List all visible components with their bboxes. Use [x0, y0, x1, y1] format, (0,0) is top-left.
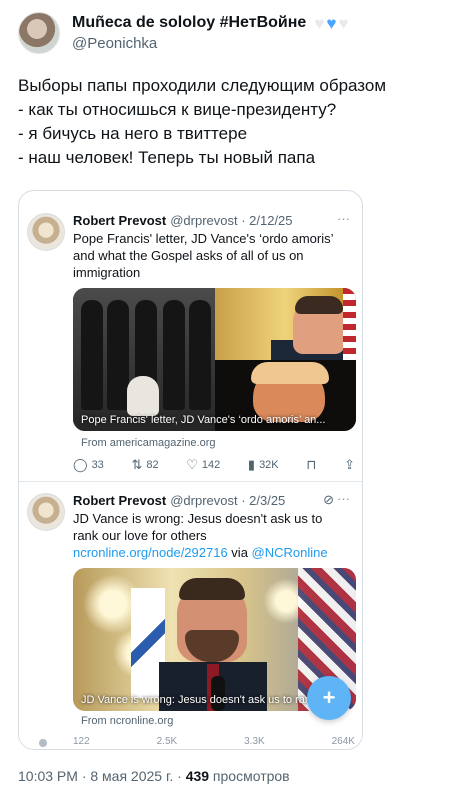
share-icon: ⇪: [344, 457, 355, 472]
reply-action: ◯ 33: [73, 457, 104, 473]
tweet-line: - я бичусь на него в твиттере: [18, 124, 248, 143]
embedded-tweet-body: JD Vance is wrong: Jesus doesn't ask us …: [73, 510, 343, 561]
link-card-image: Pope Francis' letter, JD Vance's ‘ordo a…: [73, 288, 356, 431]
repost-icon: ⇅: [131, 457, 143, 472]
repost-count: 2.5K: [156, 736, 178, 747]
heart-emojis: ♥ ♥ ♥: [314, 15, 348, 32]
like-action: ♡ 142: [186, 457, 220, 473]
bookmark-icon: ⊓: [306, 457, 317, 472]
trump-hair: [251, 362, 329, 384]
views-action: ▮ 32K: [248, 457, 279, 473]
author-name-row[interactable]: Muñeca de sololoy #НетВойне ♥ ♥ ♥: [72, 14, 349, 32]
reply-icon: ◯: [73, 457, 88, 472]
tweet-timestamp[interactable]: 10:03 PM · 8 мая 2025 г. ·: [18, 768, 186, 784]
link-source: From americamagazine.org: [81, 437, 216, 449]
more-icon: ···: [337, 211, 350, 226]
statue-figure: [107, 300, 129, 410]
link-source: From ncronline.org: [81, 715, 174, 727]
white-heart-icon: ♥: [338, 13, 349, 33]
body-mention: @NCRonline: [251, 545, 328, 560]
views-count: 439: [185, 768, 210, 784]
attached-screenshot[interactable]: Robert Prevost @drprevost · 2/12/25 ··· …: [18, 190, 363, 750]
embedded-author-name: Robert Prevost: [73, 213, 167, 228]
action-bar: 122 2.5K 3.3K 264K: [73, 736, 355, 747]
author-handle[interactable]: @Peonichka: [72, 35, 349, 52]
compose-button: +: [307, 676, 351, 720]
body-via: via: [227, 545, 252, 560]
repost-action: ⇅ 82: [131, 457, 158, 473]
statue-figure: [189, 300, 211, 410]
us-flag: [343, 288, 356, 360]
views-count: 32K: [259, 459, 279, 471]
views-label: просмотров: [209, 768, 290, 784]
tweet-line: Выборы папы проходили следующим образом: [18, 76, 387, 95]
tweet-line: - как ты относишься к вице-президенту?: [18, 100, 337, 119]
vance-hair: [179, 578, 245, 600]
avatar[interactable]: [18, 12, 60, 54]
embedded-tweet-header: Robert Prevost @drprevost · 2/3/25: [73, 493, 285, 508]
embedded-tweet-body: Pope Francis' letter, JD Vance's ‘ordo a…: [73, 231, 334, 280]
tweet-line: - наш человек! Теперь ты новый папа: [18, 148, 316, 167]
image-caption: JD Vance is wrong: Jesus doesn't ask us …: [81, 694, 326, 706]
blue-heart-icon: ♥: [326, 13, 337, 33]
vance-hair: [295, 296, 343, 314]
divider: [19, 481, 362, 482]
repost-count: 82: [146, 459, 159, 471]
pope-figure: [127, 376, 159, 416]
share-action: ⇪: [344, 457, 355, 473]
like-count: 142: [201, 459, 221, 471]
like-icon: ♡: [186, 457, 198, 472]
reply-count: 33: [91, 459, 104, 471]
body-text: JD Vance is wrong: Jesus doesn't ask us …: [73, 511, 323, 543]
image-caption: Pope Francis' letter, JD Vance's ‘ordo a…: [81, 414, 326, 426]
statue-figure: [81, 300, 103, 410]
bookmark-action: ⊓: [306, 457, 316, 473]
body-link: ncronline.org/node/292716: [73, 545, 228, 560]
like-count: 3.3K: [244, 736, 265, 747]
white-heart-icon: ♥: [314, 13, 325, 33]
avatar: [27, 493, 65, 531]
views-icon: ▮: [247, 457, 256, 472]
tweet-footer: 10:03 PM · 8 мая 2025 г. · 439 просмотро…: [18, 768, 290, 784]
embedded-author-meta: @drprevost · 2/12/25: [170, 213, 293, 228]
avatar: [27, 213, 65, 251]
embedded-tweet-header: Robert Prevost @drprevost · 2/12/25: [73, 213, 293, 228]
embedded-author-meta: @drprevost · 2/3/25: [170, 493, 286, 508]
reply-count: 122: [73, 736, 90, 747]
author-name[interactable]: Muñeca de sololoy #НетВойне: [72, 14, 306, 32]
embedded-author-name: Robert Prevost: [73, 493, 167, 508]
action-bar: ◯ 33 ⇅ 82 ♡ 142 ▮ 32K ⊓ ⇪: [73, 457, 355, 473]
dot-indicator: [39, 739, 47, 747]
author-text: Muñeca de sololoy #НетВойне ♥ ♥ ♥ @Peoni…: [72, 14, 349, 52]
muted-icon: ⊘: [323, 492, 334, 507]
views-count: 264K: [331, 736, 355, 747]
tweet-text: Выборы папы проходили следующим образом …: [18, 74, 438, 170]
statue-figure: [163, 300, 185, 410]
author-header[interactable]: Muñeca de sololoy #НетВойне ♥ ♥ ♥ @Peoni…: [18, 12, 349, 54]
more-icon: ···: [337, 491, 350, 506]
